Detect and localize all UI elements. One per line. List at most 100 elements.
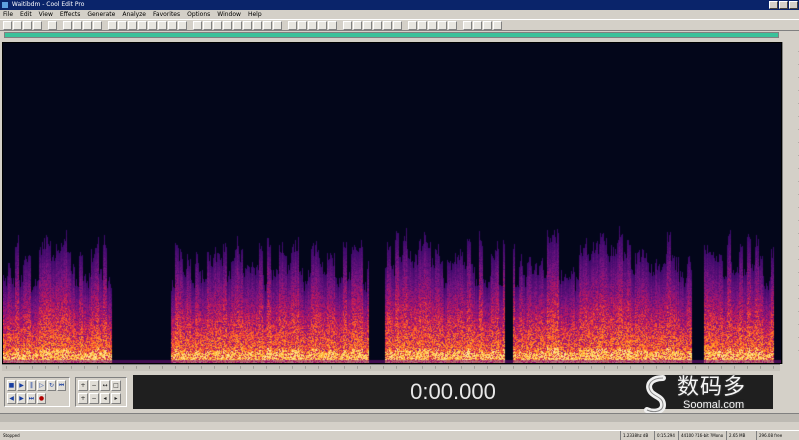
record-button[interactable]: ●	[37, 392, 46, 404]
skip-start-button[interactable]: ⏮	[57, 380, 66, 391]
toolbar-separator	[58, 21, 62, 30]
menu-help[interactable]: Help	[248, 10, 262, 19]
toolbar-button[interactable]	[13, 20, 22, 30]
menu-options[interactable]: Options	[187, 10, 210, 19]
zoom-left-icon[interactable]: ◂	[100, 392, 110, 404]
toolbar-button[interactable]	[408, 20, 417, 30]
zoom-out-h-icon[interactable]: −	[89, 380, 99, 391]
loop-button[interactable]: ↻	[47, 380, 56, 391]
toolbar-button[interactable]	[93, 20, 102, 30]
zoom-full-icon[interactable]: ↔	[100, 380, 110, 391]
window-title: Waitibdm - Cool Edit Pro	[11, 1, 85, 8]
toolbar-button[interactable]	[393, 20, 402, 30]
menu-generate[interactable]: Generate	[87, 10, 115, 19]
watermark-url: Soomal.com	[683, 399, 745, 411]
toolbar-button[interactable]	[263, 20, 272, 30]
waveform-overview-bar[interactable]	[4, 32, 779, 38]
rewind-button[interactable]: ◀	[7, 392, 16, 404]
menu-file[interactable]: File	[3, 10, 13, 19]
spectral-view[interactable]: - - - - - - - - - - - - - - - - - - - - - - - -	[2, 42, 799, 364]
time-tick: |	[136, 365, 138, 369]
toolbar-button[interactable]	[363, 20, 372, 30]
toolbar-button[interactable]	[298, 20, 307, 30]
freq-tick: -	[797, 270, 799, 274]
watermark: 数码多 Soomal.com	[643, 369, 793, 419]
zoom-selection-icon[interactable]: □	[111, 380, 121, 391]
toolbar-button[interactable]	[193, 20, 202, 30]
toolbar-button[interactable]	[493, 20, 502, 30]
toolbar-separator	[103, 21, 107, 30]
toolbar-button[interactable]	[63, 20, 72, 30]
zoom-in-h-icon[interactable]: +	[78, 380, 88, 391]
maximize-button[interactable]	[779, 1, 788, 9]
toolbar-button[interactable]	[73, 20, 82, 30]
toolbar-button[interactable]	[243, 20, 252, 30]
toolbar-button[interactable]	[3, 20, 12, 30]
play-button[interactable]: ▶	[17, 380, 26, 391]
toolbar-button[interactable]	[158, 20, 167, 30]
toolbar-button[interactable]	[253, 20, 262, 30]
toolbar-button[interactable]	[288, 20, 297, 30]
fast-forward-button[interactable]: ▶	[17, 392, 26, 404]
toolbar-button[interactable]	[128, 20, 137, 30]
toolbar-button[interactable]	[168, 20, 177, 30]
toolbar-button[interactable]	[48, 20, 57, 30]
toolbar-button[interactable]	[448, 20, 457, 30]
spectrogram-canvas[interactable]	[3, 43, 781, 363]
menu-window[interactable]: Window	[217, 10, 241, 19]
time-tick: |	[6, 365, 8, 369]
skip-end-button[interactable]: ⏭	[27, 392, 36, 404]
toolbar-button[interactable]	[318, 20, 327, 30]
toolbar-button[interactable]	[343, 20, 352, 30]
toolbar-button[interactable]	[483, 20, 492, 30]
toolbar-button[interactable]	[473, 20, 482, 30]
toolbar-button[interactable]	[373, 20, 382, 30]
toolbar-button[interactable]	[438, 20, 447, 30]
time-tick: |	[110, 365, 112, 369]
menu-analyze[interactable]: Analyze	[122, 10, 146, 19]
freq-tick: -	[797, 335, 799, 339]
stop-button[interactable]: ■	[7, 380, 16, 391]
zoom-out-v-icon[interactable]: −	[89, 392, 99, 404]
freq-tick: -	[797, 283, 799, 287]
freq-tick: -	[797, 348, 799, 352]
toolbar-button[interactable]	[203, 20, 212, 30]
menu-edit[interactable]: Edit	[20, 10, 32, 19]
menu-effects[interactable]: Effects	[60, 10, 80, 19]
play-to-end-button[interactable]: ▷	[37, 380, 46, 391]
toolbar-button[interactable]	[383, 20, 392, 30]
toolbar-button[interactable]	[83, 20, 92, 30]
toolbar-button[interactable]	[353, 20, 362, 30]
toolbar-button[interactable]	[428, 20, 437, 30]
toolbar-button[interactable]	[23, 20, 32, 30]
toolbar-button[interactable]	[308, 20, 317, 30]
time-tick: |	[149, 365, 151, 369]
zoom-right-icon[interactable]: ▸	[111, 392, 121, 404]
toolbar-button[interactable]	[223, 20, 232, 30]
toolbar-button[interactable]	[118, 20, 127, 30]
menu-favorites[interactable]: Favorites	[153, 10, 180, 19]
time-tick: |	[474, 365, 476, 369]
toolbar-button[interactable]	[463, 20, 472, 30]
pause-button[interactable]: ‖	[27, 380, 36, 391]
toolbar-button[interactable]	[138, 20, 147, 30]
toolbar-button[interactable]	[273, 20, 282, 30]
toolbar-button[interactable]	[213, 20, 222, 30]
time-tick: |	[227, 365, 229, 369]
time-tick: |	[344, 365, 346, 369]
zoom-in-v-icon[interactable]: +	[78, 392, 88, 404]
menu-view[interactable]: View	[39, 10, 53, 19]
toolbar-button[interactable]	[328, 20, 337, 30]
toolbar-separator	[338, 21, 342, 30]
horizontal-scrollbar[interactable]	[0, 413, 799, 422]
toolbar-button[interactable]	[418, 20, 427, 30]
toolbar-button[interactable]	[33, 20, 42, 30]
toolbar-button[interactable]	[178, 20, 187, 30]
time-tick: |	[578, 365, 580, 369]
toolbar-button[interactable]	[148, 20, 157, 30]
freq-tick: -	[797, 166, 799, 170]
close-button[interactable]	[789, 1, 798, 9]
minimize-button[interactable]	[769, 1, 778, 9]
toolbar-button[interactable]	[108, 20, 117, 30]
toolbar-button[interactable]	[233, 20, 242, 30]
